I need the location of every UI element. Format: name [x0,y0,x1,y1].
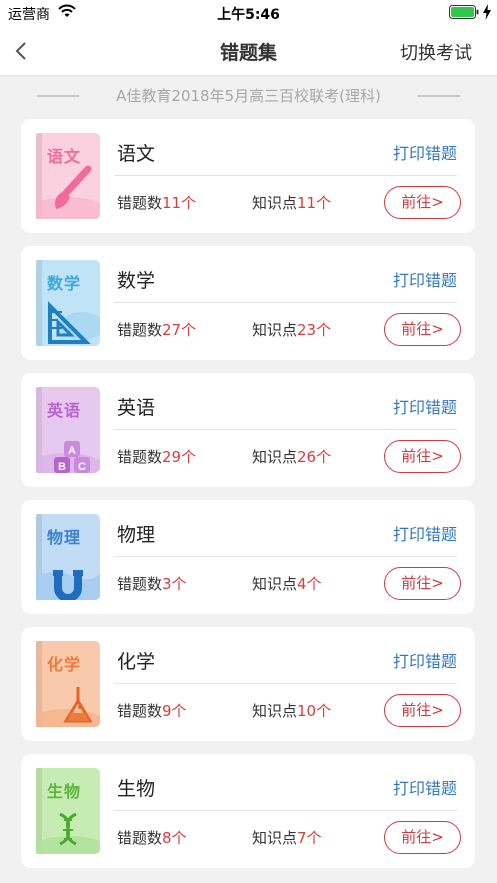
print-wrong-questions-link[interactable]: 打印错题 [393,521,457,545]
knowledge-count-stat: 知识点4个 [252,573,322,594]
print-wrong-questions-link[interactable]: 打印错题 [393,394,457,418]
wrong-count-stat: 错题数29个 [117,446,196,467]
subject-name: 英语 [117,397,156,419]
paintbrush-icon [36,165,100,219]
divider [114,175,457,176]
wrong-count-value: 27个 [162,321,197,339]
divider [114,302,457,303]
go-button[interactable]: 前往> [384,313,461,346]
subject-cover: 英语 A B C [36,387,100,473]
subject-card-math: 数学 数学 打印错题 错题数27个 知识点23个 前往> [21,246,475,360]
print-wrong-questions-link[interactable]: 打印错题 [393,267,457,291]
knowledge-count-value: 7个 [297,829,322,847]
charging-bolt-icon [483,4,491,20]
abc-blocks-icon: A B C [36,441,100,473]
svg-text:A: A [68,445,76,457]
knowledge-count-label: 知识点 [252,194,298,212]
switch-exam-button[interactable]: 切换考试 [400,39,472,65]
go-button[interactable]: 前往> [384,694,461,727]
knowledge-count-value: 26个 [297,448,332,466]
subject-cover: 数学 [36,260,100,346]
wrong-count-label: 错题数 [117,448,163,466]
subject-card-chemistry: 化学 化学 打印错题 错题数9个 知识点10个 前往> [21,627,475,741]
dna-icon [36,812,100,854]
subject-cover: 化学 [36,641,100,727]
wrong-count-label: 错题数 [117,702,163,720]
knowledge-count-label: 知识点 [252,321,298,339]
go-button[interactable]: 前往> [384,821,461,854]
subject-card-biology: 生物 生物 打印错题 错题数8个 知识点7个 前往> [21,754,475,868]
subject-cover: 物理 [36,514,100,600]
status-bar: 运营商 上午5:46 [0,0,497,26]
wrong-count-stat: 错题数8个 [117,827,187,848]
go-button[interactable]: 前往> [384,186,461,219]
knowledge-count-stat: 知识点11个 [252,192,331,213]
knowledge-count-stat: 知识点10个 [252,700,331,721]
subject-card-physics: 物理 物理 打印错题 错题数3个 知识点4个 前往> [21,500,475,614]
wrong-count-label: 错题数 [117,321,163,339]
triangle-ruler-icon [48,301,100,344]
svg-text:C: C [78,461,86,473]
wrong-count-value: 3个 [162,575,187,593]
divider [114,683,457,684]
magnet-icon [36,570,100,600]
wrong-count-label: 错题数 [117,829,163,847]
subject-card-chinese: 语文 语文 打印错题 错题数11个 知识点11个 前往> [21,119,475,233]
subject-card-english: 英语 A B C 英语 打印错题 错题数29个 知识点26个 前往> [21,373,475,487]
knowledge-count-value: 10个 [297,702,332,720]
battery-icon [449,5,479,19]
wrong-count-value: 11个 [162,194,197,212]
knowledge-count-value: 11个 [297,194,332,212]
nav-bar: 错题集 切换考试 [0,26,497,76]
knowledge-count-stat: 知识点7个 [252,827,322,848]
subject-name: 化学 [117,651,156,673]
wrong-count-value: 8个 [162,829,187,847]
go-button[interactable]: 前往> [384,440,461,473]
subject-name: 生物 [117,778,156,800]
exam-header-divider-right [418,95,460,97]
knowledge-count-label: 知识点 [252,702,298,720]
divider [114,556,457,557]
subject-name: 物理 [117,524,156,546]
wrong-count-stat: 错题数9个 [117,700,187,721]
exam-header: A佳教育2018年5月高三百校联考(理科) [0,83,497,107]
wrong-count-value: 9个 [162,702,187,720]
wrong-count-value: 29个 [162,448,197,466]
knowledge-count-stat: 知识点23个 [252,319,331,340]
subject-cover: 语文 [36,133,100,219]
status-time: 上午5:46 [217,7,280,23]
knowledge-count-label: 知识点 [252,448,298,466]
knowledge-count-label: 知识点 [252,829,298,847]
print-wrong-questions-link[interactable]: 打印错题 [393,140,457,164]
divider [114,429,457,430]
go-button[interactable]: 前往> [384,567,461,600]
print-wrong-questions-link[interactable]: 打印错题 [393,648,457,672]
knowledge-count-label: 知识点 [252,575,298,593]
subject-name: 数学 [117,270,156,292]
print-wrong-questions-link[interactable]: 打印错题 [393,775,457,799]
chevron-left-icon[interactable] [10,39,34,63]
wrong-count-stat: 错题数27个 [117,319,196,340]
knowledge-count-stat: 知识点26个 [252,446,331,467]
knowledge-count-value: 23个 [297,321,332,339]
knowledge-count-value: 4个 [297,575,322,593]
wrong-count-label: 错题数 [117,194,163,212]
divider [114,810,457,811]
flask-icon [36,687,100,727]
svg-text:B: B [58,461,66,473]
wrong-count-stat: 错题数3个 [117,573,187,594]
wrong-count-stat: 错题数11个 [117,192,196,213]
wrong-count-label: 错题数 [117,575,163,593]
subject-cover: 生物 [36,768,100,854]
subject-name: 语文 [117,143,156,165]
